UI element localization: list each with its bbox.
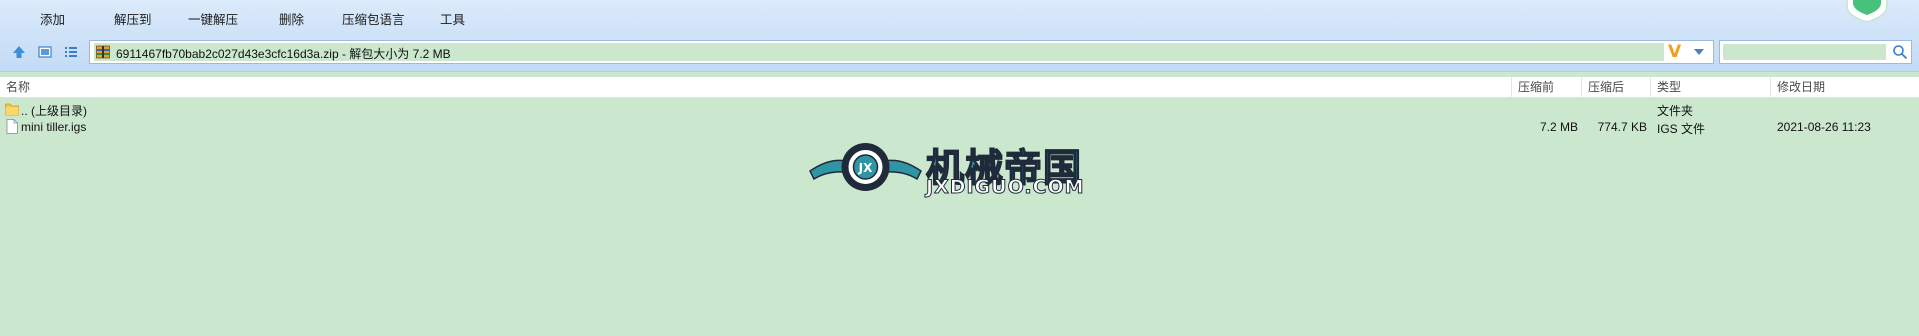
chevron-down-icon[interactable]	[1691, 45, 1707, 59]
search-input[interactable]	[1723, 44, 1886, 60]
address-bar[interactable]: 6911467fb70bab2c027d43e3cfc16d3a.zip - 解…	[89, 40, 1714, 64]
extract-to-button[interactable]: 解压到	[114, 9, 152, 28]
file-icon	[6, 119, 18, 134]
file-modified: 2021-08-26 11:23	[1777, 120, 1871, 134]
add-button[interactable]: 添加	[40, 9, 65, 28]
column-modified[interactable]: 修改日期	[1770, 77, 1919, 98]
watermark-en-text: JXDIGUO.COM	[926, 176, 1085, 199]
security-shield-label: 安全	[1858, 0, 1876, 2]
address-text: 6911467fb70bab2c027d43e3cfc16d3a.zip - 解…	[116, 47, 451, 61]
watermark-logo: JX 机械帝国 JXDIGUO.COM	[808, 133, 1108, 203]
view-mode-icon[interactable]	[37, 44, 53, 60]
list-view-icon[interactable]	[63, 44, 79, 60]
file-type: IGS 文件	[1657, 122, 1706, 136]
address-field[interactable]: 6911467fb70bab2c027d43e3cfc16d3a.zip - 解…	[94, 43, 1664, 61]
file-type: 文件夹	[1657, 104, 1694, 118]
address-bar-row: 6911467fb70bab2c027d43e3cfc16d3a.zip - 解…	[0, 34, 1919, 72]
archive-language-button[interactable]: 压缩包语言	[342, 9, 405, 28]
svg-text:JX: JX	[858, 161, 873, 175]
tools-button[interactable]: 工具	[440, 9, 465, 28]
file-name: .. (上级目录)	[21, 104, 87, 118]
column-type[interactable]: 类型	[1650, 77, 1770, 98]
zip-archive-icon	[96, 45, 110, 59]
up-arrow-icon[interactable]	[11, 44, 27, 60]
gear-wings-logo-icon: JX	[809, 143, 922, 191]
column-size-before[interactable]: 压缩前	[1511, 77, 1581, 98]
list-item[interactable]: .. (上级目录) 文件夹	[0, 100, 1919, 118]
search-icon[interactable]	[1892, 44, 1908, 60]
file-size-before: 7.2 MB	[1539, 120, 1578, 134]
delete-button[interactable]: 删除	[279, 9, 304, 28]
search-box[interactable]	[1719, 40, 1912, 64]
one-click-extract-button[interactable]: 一键解压	[188, 9, 238, 28]
file-size-after: 774.7 KB	[1597, 120, 1647, 134]
folder-icon	[5, 103, 19, 116]
v-logo-icon[interactable]: V	[1668, 42, 1681, 62]
toolbar: 添加 解压到 一键解压 删除 压缩包语言 工具 安全	[0, 0, 1919, 34]
file-name: mini tiller.igs	[21, 120, 87, 134]
column-size-after[interactable]: 压缩后	[1581, 77, 1650, 98]
column-header: 名称 压缩前 压缩后 类型 修改日期	[0, 77, 1919, 98]
security-shield-icon[interactable]: 安全	[1844, 0, 1890, 22]
column-name[interactable]: 名称	[0, 77, 30, 98]
